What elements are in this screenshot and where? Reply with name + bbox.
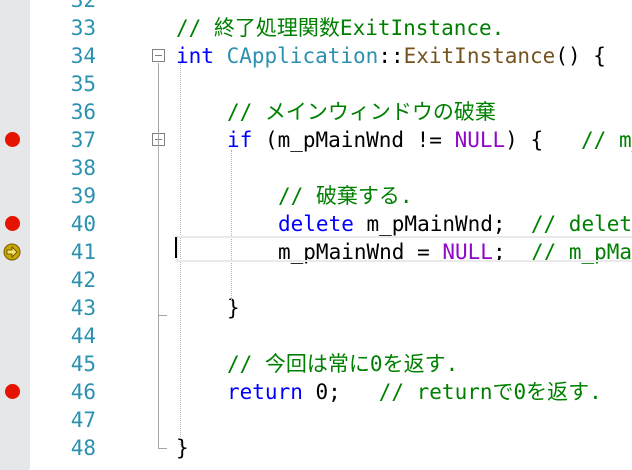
code-token: () { bbox=[555, 44, 606, 68]
code-text[interactable]: int CApplication::ExitInstance() { bbox=[176, 42, 606, 70]
line-number: 39 bbox=[70, 184, 96, 208]
code-line[interactable]: 39 // 破棄する. bbox=[0, 182, 632, 210]
code-text[interactable]: } bbox=[176, 434, 189, 462]
code-text[interactable]: delete m_pMainWnd; // deleteでm_pMainWndを… bbox=[278, 210, 632, 238]
code-line[interactable]: 36 // メインウィンドウの破棄 bbox=[0, 98, 632, 126]
line-number: 36 bbox=[70, 100, 96, 124]
line-number: 44 bbox=[70, 324, 96, 348]
text-caret bbox=[175, 237, 177, 258]
code-token: } bbox=[176, 436, 189, 460]
line-number: 41 bbox=[70, 240, 96, 264]
line-number: 43 bbox=[70, 296, 96, 320]
line-number: 33 bbox=[70, 16, 96, 40]
code-token: // 破棄する. bbox=[278, 184, 413, 208]
code-line[interactable]: 42 bbox=[0, 266, 632, 294]
line-number: 38 bbox=[70, 156, 96, 180]
fold-guide-if bbox=[158, 147, 159, 315]
code-text[interactable]: return 0; // returnで0を返す. bbox=[227, 378, 602, 406]
code-line[interactable]: 48} bbox=[0, 434, 632, 462]
code-token: NULL bbox=[454, 128, 506, 152]
code-token: delete bbox=[278, 212, 354, 236]
code-token: // メインウィンドウの破棄 bbox=[227, 100, 496, 124]
code-line[interactable]: 45 // 今回は常に0を返す. bbox=[0, 350, 632, 378]
current-statement-arrow-icon bbox=[3, 243, 21, 261]
code-token: // deleteでm_pMainWndを破棄. bbox=[530, 212, 632, 236]
breakpoint-icon[interactable] bbox=[5, 216, 20, 231]
code-line[interactable]: 34 int CApplication::ExitInstance() { bbox=[0, 42, 632, 70]
code-token: 0; bbox=[302, 380, 379, 404]
code-text[interactable]: // 終了処理関数ExitInstance. bbox=[176, 14, 504, 42]
line-number: 46 bbox=[70, 380, 96, 404]
fold-guide-function-end bbox=[158, 448, 167, 449]
code-token: // m_pMainWndがNULLでなければ. bbox=[581, 128, 632, 152]
indent-guide-2 bbox=[231, 150, 232, 300]
code-editor[interactable]: 32 33 // 終了処理関数ExitInstance. 34 int CApplica… bbox=[0, 0, 632, 470]
line-number: 37 bbox=[70, 128, 96, 152]
code-line[interactable]: 35 bbox=[0, 70, 632, 98]
code-line[interactable]: 46 return 0; // returnで0を返す. bbox=[0, 378, 632, 406]
code-token: :: bbox=[378, 44, 404, 68]
code-token: (m_pMainWnd != bbox=[252, 128, 455, 152]
line-number: 40 bbox=[70, 212, 96, 236]
line-number: 48 bbox=[70, 436, 96, 460]
code-token: m_pMainWnd; bbox=[353, 212, 531, 236]
code-text[interactable]: if (m_pMainWnd != NULL) { // m_pMainWndが… bbox=[227, 126, 632, 154]
line-number: 32 bbox=[70, 0, 96, 12]
code-text[interactable]: // 今回は常に0を返す. bbox=[227, 350, 458, 378]
line-number: 47 bbox=[70, 408, 96, 432]
breakpoint-icon[interactable] bbox=[5, 384, 20, 399]
code-token: ) { bbox=[505, 128, 582, 152]
code-token: int bbox=[176, 44, 214, 68]
code-token: return bbox=[227, 380, 303, 404]
line-number: 35 bbox=[70, 72, 96, 96]
code-line[interactable]: 33 // 終了処理関数ExitInstance. bbox=[0, 14, 632, 42]
code-line[interactable]: 37 if (m_pMainWnd != NULL) { // m_pMainWn… bbox=[0, 126, 632, 154]
code-line[interactable]: 47 bbox=[0, 406, 632, 434]
fold-guide-if-end bbox=[158, 315, 167, 316]
code-line[interactable]: 43} bbox=[0, 294, 632, 322]
code-line[interactable]: 40 delete m_pMainWnd; // deleteでm_pMainWn… bbox=[0, 210, 632, 238]
code-token: if bbox=[227, 128, 253, 152]
code-token: ExitInstance bbox=[403, 44, 556, 68]
line-number: 34 bbox=[70, 44, 96, 68]
breakpoint-icon[interactable] bbox=[5, 132, 20, 147]
code-token: // 終了処理関数ExitInstance. bbox=[176, 16, 505, 40]
code-line[interactable]: 44 bbox=[0, 322, 632, 350]
code-token: // 今回は常に0を返す. bbox=[227, 352, 459, 376]
code-text[interactable]: // 破棄する. bbox=[278, 182, 413, 210]
code-token: CApplication bbox=[226, 44, 379, 68]
code-token: } bbox=[227, 296, 240, 320]
code-text[interactable]: // メインウィンドウの破棄 bbox=[227, 98, 496, 126]
code-token: // returnで0を返す. bbox=[378, 380, 602, 404]
code-line[interactable]: 32 bbox=[0, 0, 632, 14]
line-number: 42 bbox=[70, 268, 96, 292]
collapse-toggle-icon[interactable] bbox=[152, 49, 165, 62]
code-line[interactable]: 38 bbox=[0, 154, 632, 182]
code-text[interactable]: } bbox=[227, 294, 240, 322]
current-line-highlight bbox=[176, 236, 632, 262]
line-number: 45 bbox=[70, 352, 96, 376]
